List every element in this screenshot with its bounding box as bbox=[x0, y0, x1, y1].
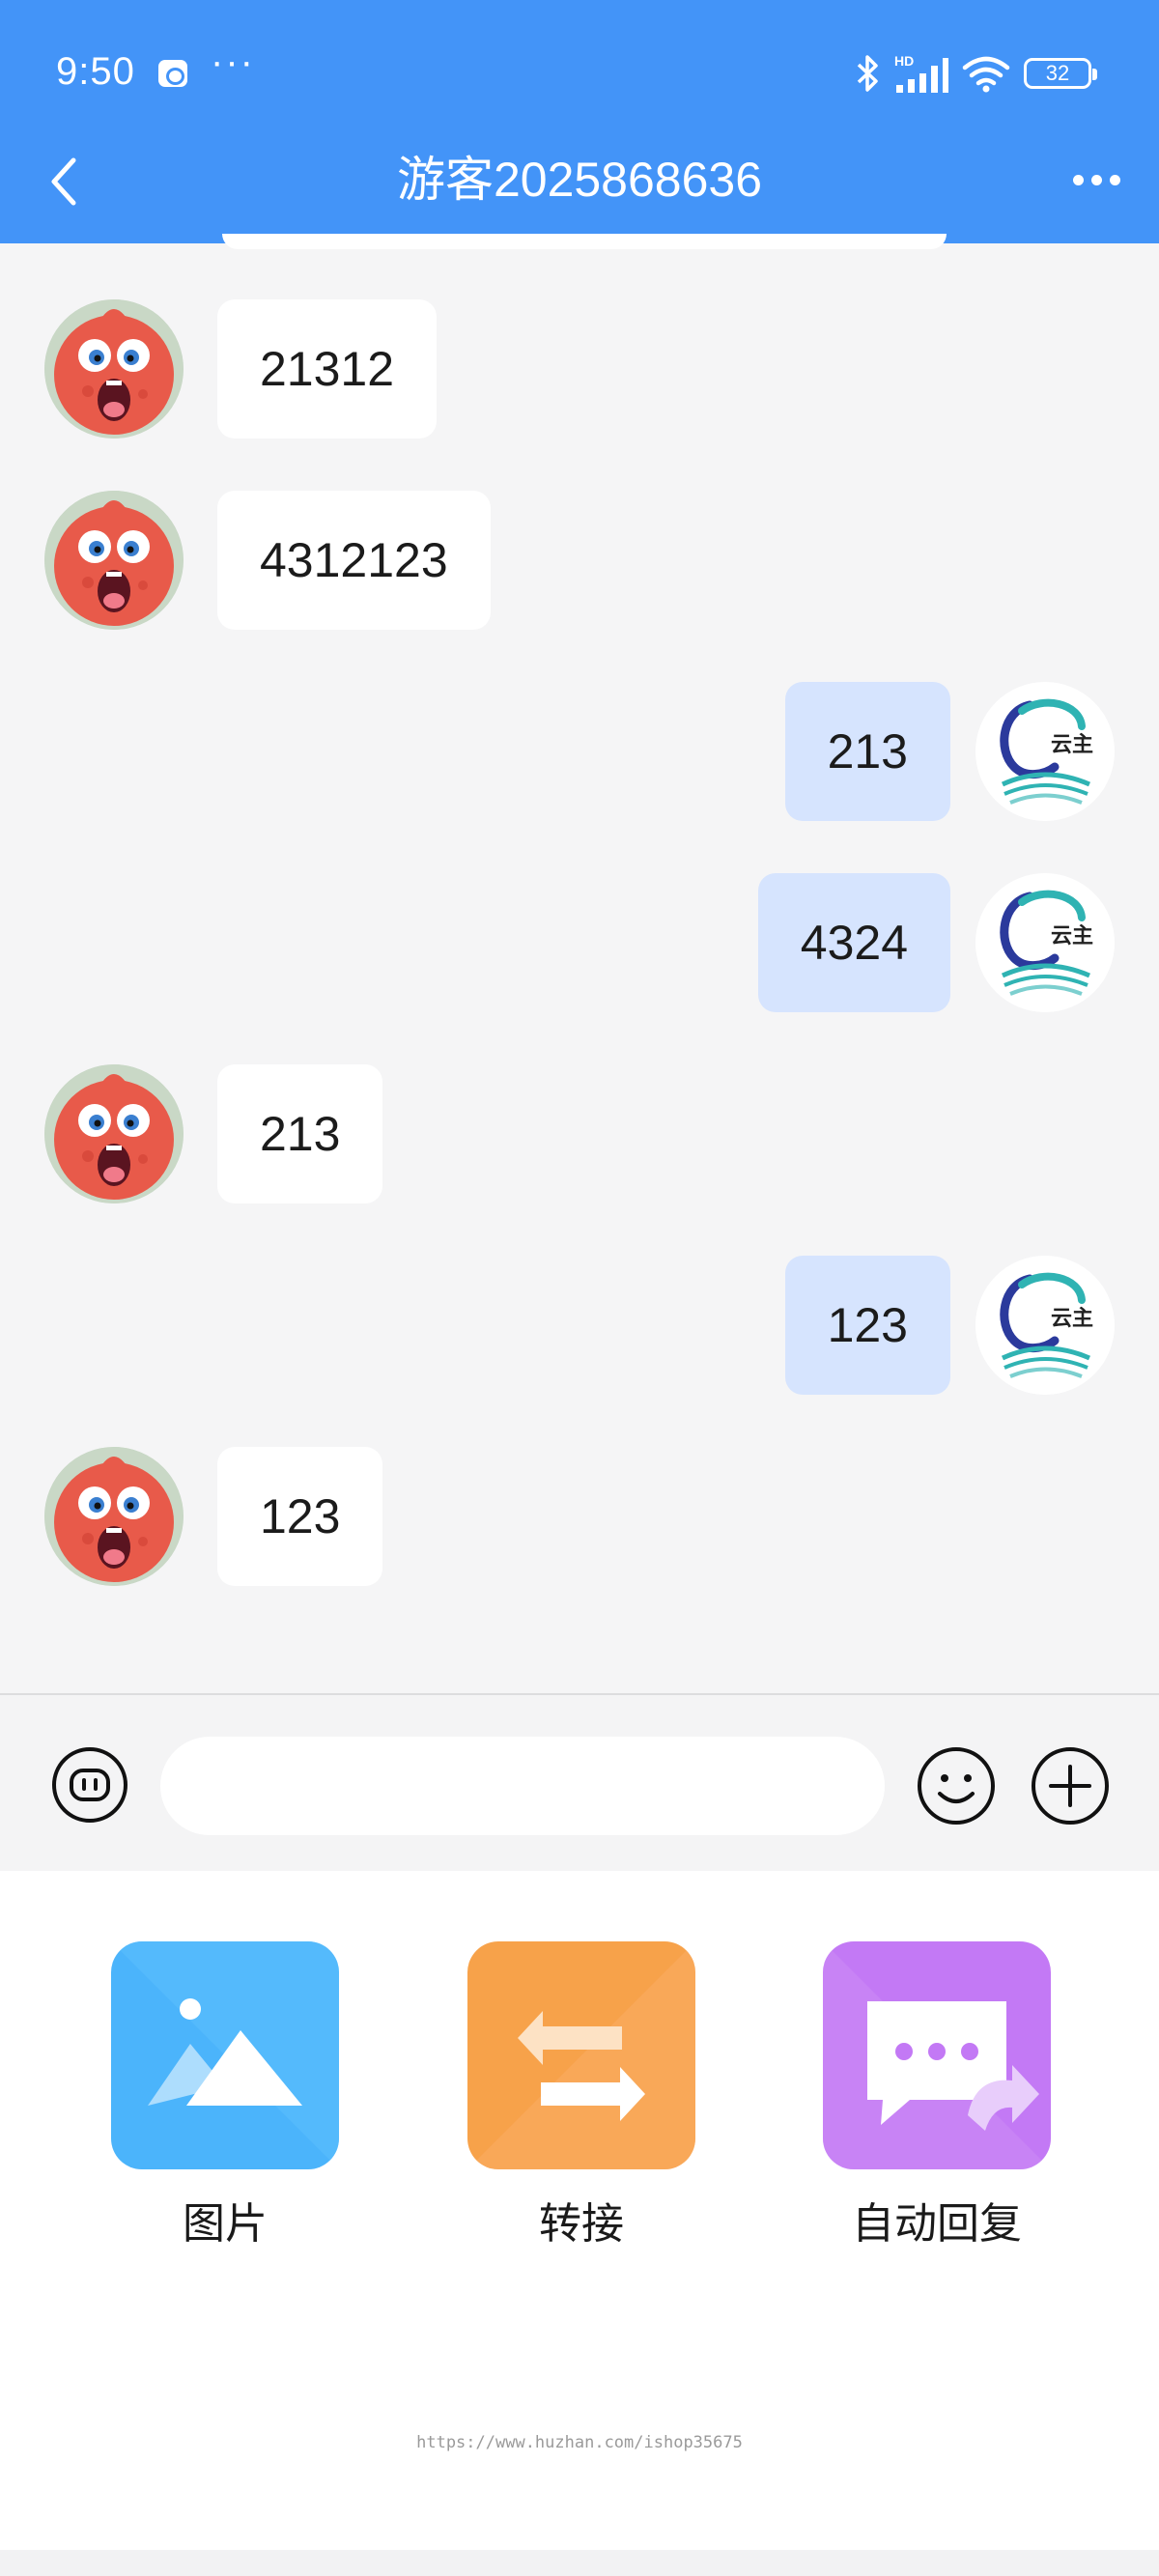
agent-avatar[interactable]: 云主 bbox=[975, 1256, 1115, 1395]
tools-panel: 图片 转接 自动回复 https://www.huzhan.com/ishop3… bbox=[0, 1871, 1159, 2550]
auto-reply-icon bbox=[823, 1941, 1051, 2169]
cellular-signal-icon: HD bbox=[894, 53, 948, 93]
agent-avatar[interactable]: 云主 bbox=[975, 873, 1115, 1012]
tool-transfer-label: 转接 bbox=[539, 2200, 624, 2248]
message-input[interactable] bbox=[160, 1737, 885, 1835]
more-options-button[interactable] bbox=[1062, 155, 1130, 205]
visitor-message: 213 bbox=[0, 1064, 1159, 1205]
auto-reply-tool-tile bbox=[823, 1941, 1051, 2169]
status-indicators: HD 32 bbox=[856, 52, 1097, 95]
tool-image-label: 图片 bbox=[183, 2200, 268, 2248]
tool-auto-reply[interactable]: 自动回复 bbox=[823, 1941, 1051, 2250]
svg-text:云主: 云主 bbox=[1051, 733, 1093, 757]
message-bubble[interactable]: 123 bbox=[784, 1256, 950, 1395]
agent-message: 云主 213 bbox=[0, 682, 1159, 823]
emoji-button[interactable] bbox=[916, 1745, 997, 1826]
message-bubble[interactable]: 4324 bbox=[757, 873, 950, 1012]
svg-text:HD: HD bbox=[894, 53, 914, 69]
chat-title: 游客2025868636 bbox=[396, 153, 763, 207]
transfer-icon bbox=[467, 1941, 695, 2169]
status-time: 9:50 bbox=[56, 50, 135, 93]
tool-auto-reply-label: 自动回复 bbox=[852, 2200, 1022, 2248]
tool-image[interactable]: 图片 bbox=[111, 1941, 339, 2250]
voice-icon bbox=[52, 1747, 127, 1823]
visitor-avatar[interactable] bbox=[44, 491, 184, 630]
app-header: 9:50 ··· HD 32 游客2025868636 bbox=[0, 0, 1159, 243]
message-list[interactable]: 21312 4312123 云主 213 云主 4324 213 云主 123 … bbox=[0, 234, 1159, 1692]
tool-transfer[interactable]: 转接 bbox=[467, 1941, 695, 2250]
battery-indicator: 32 bbox=[1024, 58, 1097, 89]
visitor-avatar[interactable] bbox=[44, 299, 184, 439]
visitor-message: 4312123 bbox=[0, 491, 1159, 632]
message-bubble[interactable]: 213 bbox=[217, 1064, 383, 1203]
visitor-message: 123 bbox=[0, 1447, 1159, 1588]
agent-message: 云主 123 bbox=[0, 1256, 1159, 1397]
image-tool-tile bbox=[111, 1941, 339, 2169]
agent-avatar[interactable]: 云主 bbox=[975, 682, 1115, 821]
watermark-url: https://www.huzhan.com/ishop35675 bbox=[416, 2433, 743, 2452]
status-bar: 9:50 ··· HD 32 bbox=[0, 0, 1159, 145]
plus-circle-icon bbox=[1032, 1747, 1109, 1825]
message-bubble[interactable]: 123 bbox=[217, 1447, 383, 1586]
agent-message: 云主 4324 bbox=[0, 873, 1159, 1014]
emoji-icon bbox=[918, 1747, 995, 1825]
message-bubble[interactable]: 4312123 bbox=[217, 491, 491, 630]
image-icon bbox=[111, 1941, 339, 2169]
visitor-avatar[interactable] bbox=[44, 1064, 184, 1203]
voice-input-button[interactable] bbox=[50, 1745, 129, 1825]
app-notification-icon bbox=[158, 60, 187, 87]
status-more-indicator: ··· bbox=[211, 41, 255, 83]
more-tools-button[interactable] bbox=[1030, 1745, 1111, 1826]
partial-message-bubble bbox=[222, 234, 947, 249]
bluetooth-icon bbox=[857, 55, 878, 92]
dot-icon bbox=[1109, 174, 1120, 185]
dot-icon bbox=[1072, 174, 1084, 185]
message-input-bar bbox=[0, 1693, 1159, 1871]
visitor-message: 21312 bbox=[0, 299, 1159, 440]
message-bubble[interactable]: 21312 bbox=[217, 299, 438, 439]
message-bubble[interactable]: 213 bbox=[784, 682, 950, 821]
bottom-edge bbox=[0, 2550, 1159, 2576]
visitor-avatar[interactable] bbox=[44, 1447, 184, 1586]
battery-level: 32 bbox=[1045, 61, 1070, 85]
transfer-tool-tile bbox=[467, 1941, 695, 2169]
dot-icon bbox=[1090, 174, 1102, 185]
svg-text:云主: 云主 bbox=[1051, 924, 1093, 948]
svg-text:云主: 云主 bbox=[1051, 1307, 1093, 1331]
wifi-icon bbox=[962, 56, 1010, 93]
